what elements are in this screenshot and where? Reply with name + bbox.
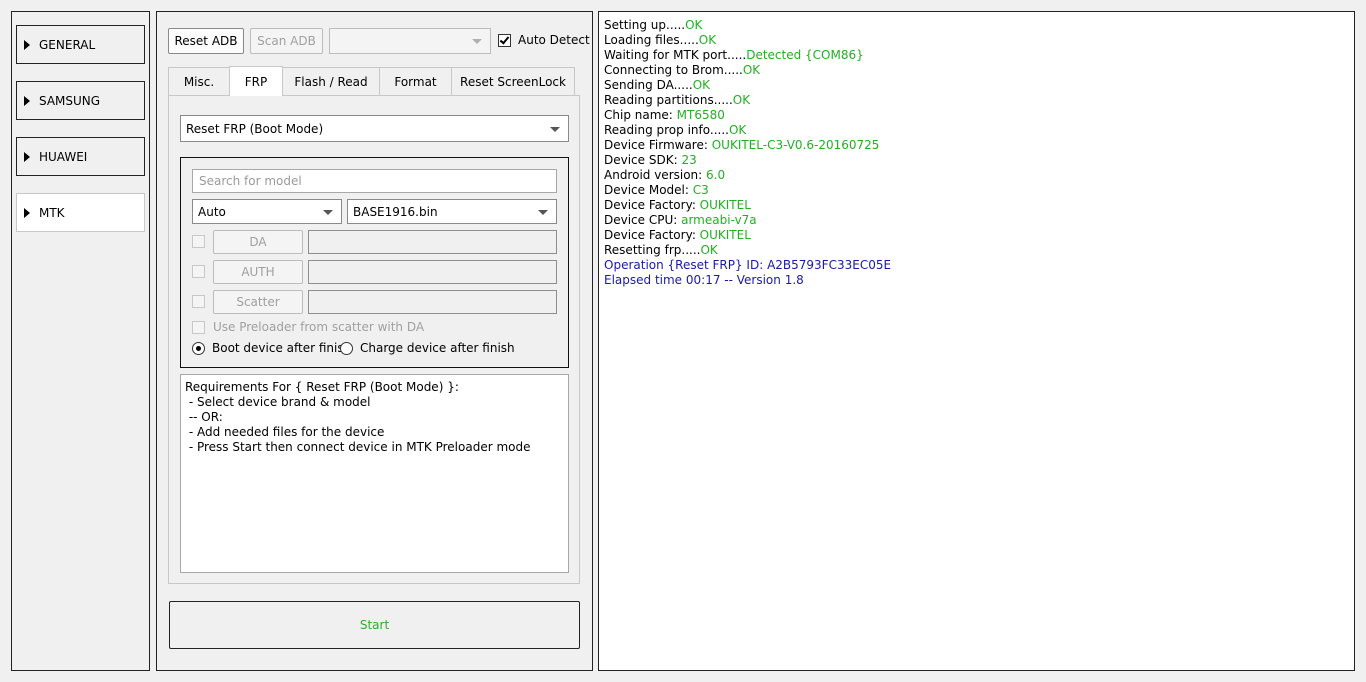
expand-arrow-icon	[24, 95, 30, 106]
scan-adb-button[interactable]: Scan ADB	[250, 28, 323, 54]
sidebar-item-label: SAMSUNG	[39, 93, 101, 108]
log-line: Device Factory: OUKITEL	[604, 228, 751, 242]
scatter-button[interactable]: Scatter	[213, 290, 303, 314]
mode-select[interactable]: Auto	[192, 199, 342, 224]
requirements-line: -- OR:	[185, 410, 223, 424]
requirements-line: - Add needed files for the device	[185, 425, 385, 439]
log-line: Waiting for MTK port.....Detected {COM86…	[604, 48, 864, 62]
log-line: Setting up.....OK	[604, 18, 703, 32]
log-line: Connecting to Brom.....OK	[604, 63, 761, 77]
log-line: Device Model: C3	[604, 183, 709, 197]
sidebar-item-label: HUAWEI	[39, 149, 88, 164]
log-line: Operation {Reset FRP} ID: A2B5793FC33EC0…	[604, 258, 892, 272]
da-checkbox[interactable]	[192, 235, 205, 248]
log-line: Loading files.....OK	[604, 33, 717, 47]
requirements-textbox[interactable]: Requirements For { Reset FRP (Boot Mode)…	[180, 374, 569, 573]
auto-detect-checkbox[interactable]	[498, 34, 511, 47]
reset-adb-button[interactable]: Reset ADB	[168, 28, 244, 54]
expand-arrow-icon	[24, 207, 30, 218]
sidebar-item-general[interactable]: GENERAL	[16, 25, 145, 64]
sidebar-item-mtk[interactable]: MTK	[16, 193, 145, 232]
requirements-line: - Select device brand & model	[185, 395, 371, 409]
check-icon	[499, 34, 510, 45]
expand-arrow-icon	[24, 151, 30, 162]
scatter-path-field[interactable]	[308, 290, 557, 314]
sidebar-item-huawei[interactable]: HUAWEI	[16, 137, 145, 176]
tab-reset-screenlock[interactable]: Reset ScreenLock	[451, 67, 575, 95]
auth-checkbox[interactable]	[192, 265, 205, 278]
log-line: Device CPU: armeabi-v7a	[604, 213, 757, 227]
log-line: Elapsed time 00:17 -- Version 1.8	[604, 273, 804, 287]
charge-after-label: Charge device after finish	[360, 341, 515, 355]
log-line: Device Firmware: OUKITEL-C3-V0.6-2016072…	[604, 138, 880, 152]
log-line: Reading partitions.....OK	[604, 93, 751, 107]
start-button[interactable]: Start	[169, 601, 580, 649]
da-path-field[interactable]	[308, 230, 557, 254]
sidebar-item-samsung[interactable]: SAMSUNG	[16, 81, 145, 120]
expand-arrow-icon	[24, 39, 30, 50]
log-line: Sending DA.....OK	[604, 78, 711, 92]
chevron-down-icon	[538, 209, 548, 215]
log-output[interactable]: Setting up.....OK Loading files.....OK W…	[598, 11, 1355, 671]
scatter-checkbox[interactable]	[192, 295, 205, 308]
log-line: Chip name: MT6580	[604, 108, 725, 122]
boot-after-label: Boot device after finish	[212, 341, 352, 355]
log-line: Device SDK: 23	[604, 153, 697, 167]
use-preloader-checkbox[interactable]	[192, 321, 205, 334]
use-preloader-label: Use Preloader from scatter with DA	[213, 320, 425, 334]
file-select[interactable]: BASE1916.bin	[347, 199, 557, 224]
sidebar-item-label: MTK	[39, 205, 65, 220]
device-select[interactable]	[329, 28, 491, 54]
requirements-line: - Press Start then connect device in MTK…	[185, 440, 531, 454]
log-line: Device Factory: OUKITEL	[604, 198, 751, 212]
chevron-down-icon	[550, 126, 560, 132]
charge-after-radio[interactable]	[340, 342, 353, 355]
tab-frp[interactable]: FRP	[229, 66, 283, 96]
tab-flash-read[interactable]: Flash / Read	[282, 67, 380, 95]
requirements-line: Requirements For { Reset FRP (Boot Mode)…	[185, 380, 459, 394]
boot-after-radio[interactable]	[192, 342, 205, 355]
tab-misc[interactable]: Misc.	[168, 67, 230, 95]
log-line: Resetting frp.....OK	[604, 243, 718, 257]
log-line: Android version: 6.0	[604, 168, 726, 182]
da-button[interactable]: DA	[213, 230, 303, 254]
auto-detect-label: Auto Detect	[518, 33, 590, 47]
sidebar-item-label: GENERAL	[39, 37, 96, 52]
tab-format[interactable]: Format	[379, 67, 452, 95]
chevron-down-icon	[472, 39, 482, 44]
log-line: Reading prop info.....OK	[604, 123, 747, 137]
brand-sidebar: GENERAL SAMSUNG HUAWEI MTK	[11, 11, 150, 671]
auth-path-field[interactable]	[308, 260, 557, 284]
auth-button[interactable]: AUTH	[213, 260, 303, 284]
search-model-input[interactable]: Search for model	[192, 169, 557, 193]
operation-select[interactable]: Reset FRP (Boot Mode)	[180, 115, 569, 142]
radio-selected-dot	[196, 346, 201, 351]
chevron-down-icon	[323, 209, 333, 215]
